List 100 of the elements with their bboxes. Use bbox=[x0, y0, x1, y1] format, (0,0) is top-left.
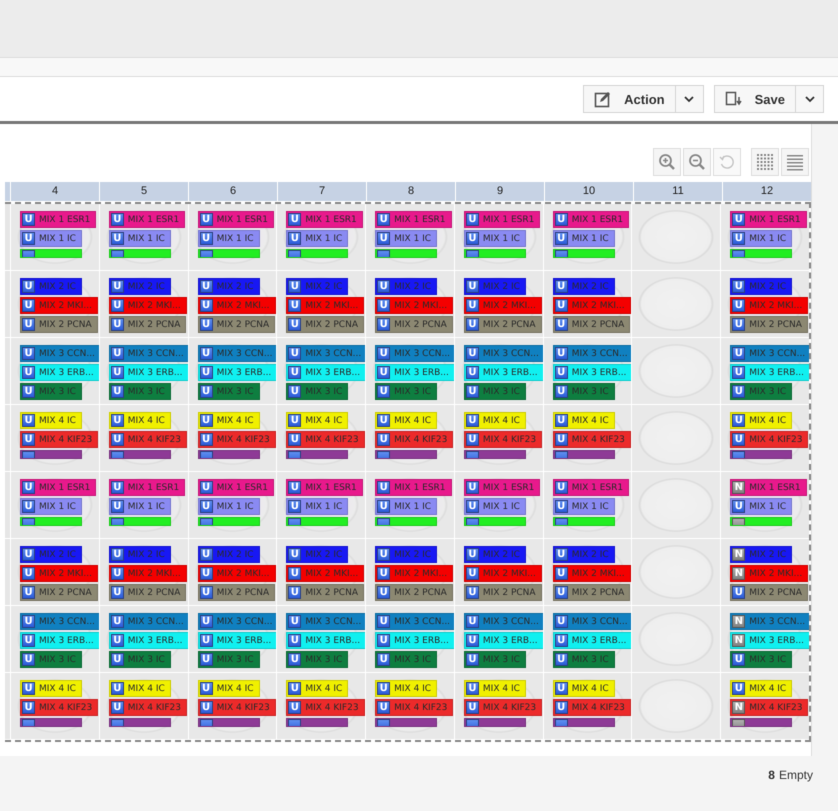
plate-well[interactable]: U MIX 2 IC U MIX 2 MKI... U MIX 2 PCNA bbox=[276, 539, 366, 605]
list-button[interactable] bbox=[781, 148, 809, 176]
plate-well[interactable]: U MIX 1 ESR1 U MIX 1 IC bbox=[454, 472, 543, 538]
status-badge: U bbox=[22, 701, 35, 714]
plate-well[interactable]: U MIX 1 ESR1 U MIX 1 IC bbox=[720, 204, 810, 270]
plate-well[interactable]: U MIX 3 CCN... U MIX 3 ERB... U MIX 3 IC bbox=[454, 338, 543, 404]
plate-well[interactable]: U MIX 3 CCN... U MIX 3 ERB... U MIX 3 IC bbox=[10, 338, 99, 404]
plate-well[interactable]: U MIX 4 IC U MIX 4 KIF23 bbox=[10, 405, 99, 471]
plate-well[interactable]: U MIX 1 ESR1 U MIX 1 IC bbox=[188, 204, 276, 270]
plate-well[interactable]: U MIX 3 CCN... U MIX 3 ERB... U MIX 3 IC bbox=[454, 606, 543, 672]
plate-well[interactable]: U MIX 4 IC U MIX 4 KIF23 bbox=[365, 405, 454, 471]
plate-well[interactable]: N MIX 3 CCN... N MIX 3 ERB... U MIX 3 IC bbox=[720, 606, 810, 672]
plate-well[interactable]: U MIX 1 ESR1 U MIX 1 IC bbox=[542, 204, 632, 270]
zoom-out-button[interactable] bbox=[683, 148, 711, 176]
plate-well[interactable]: U MIX 4 IC U MIX 4 KIF23 bbox=[542, 405, 632, 471]
plate-well[interactable]: U MIX 2 IC U MIX 2 MKI... U MIX 2 PCNA bbox=[98, 271, 188, 337]
plate-well[interactable]: N MIX 1 ESR1 U MIX 1 IC bbox=[720, 472, 810, 538]
plate-well[interactable]: U MIX 1 ESR1 U MIX 1 IC bbox=[10, 472, 99, 538]
plate-well[interactable]: U MIX 3 CCN... U MIX 3 ERB... U MIX 3 IC bbox=[365, 338, 454, 404]
plate-well[interactable]: U MIX 3 CCN... U MIX 3 ERB... U MIX 3 IC bbox=[98, 338, 188, 404]
tag-label: MIX 2 PCNA bbox=[572, 588, 624, 598]
plate-well[interactable]: U MIX 4 IC U MIX 4 KIF23 bbox=[10, 673, 99, 739]
plate-well[interactable]: U MIX 4 IC U MIX 4 KIF23 bbox=[720, 405, 810, 471]
plate-well[interactable] bbox=[631, 539, 720, 605]
plate-well[interactable]: U MIX 3 CCN... U MIX 3 ERB... U MIX 3 IC bbox=[10, 606, 99, 672]
plate-well[interactable]: U MIX 3 CCN... U MIX 3 ERB... U MIX 3 IC bbox=[276, 338, 366, 404]
plate-well[interactable]: U MIX 2 IC U MIX 2 MKI... U MIX 2 PCNA bbox=[542, 539, 632, 605]
plate-well[interactable]: U MIX 4 IC U MIX 4 KIF23 bbox=[454, 405, 543, 471]
tag-label: MIX 2 MKI... bbox=[128, 568, 181, 578]
plate-well[interactable]: U MIX 4 IC N MIX 4 KIF23 bbox=[720, 673, 810, 739]
plate-well[interactable]: U MIX 2 IC U MIX 2 MKI... U MIX 2 PCNA bbox=[454, 271, 543, 337]
plate-well[interactable]: U MIX 3 CCN... U MIX 3 ERB... U MIX 3 IC bbox=[720, 338, 810, 404]
plate-well[interactable]: U MIX 1 ESR1 U MIX 1 IC bbox=[454, 204, 543, 270]
plate-well[interactable]: U MIX 2 IC U MIX 2 MKI... U MIX 2 PCNA bbox=[365, 271, 454, 337]
plate-well[interactable]: U MIX 2 IC U MIX 2 MKI... U MIX 2 PCNA bbox=[10, 539, 99, 605]
plate-well[interactable]: U MIX 2 IC U MIX 2 MKI... U MIX 2 PCNA bbox=[365, 539, 454, 605]
plate-well[interactable]: U MIX 3 CCN... U MIX 3 ERB... U MIX 3 IC bbox=[542, 606, 632, 672]
plate-well[interactable]: U MIX 3 CCN... U MIX 3 ERB... U MIX 3 IC bbox=[188, 338, 276, 404]
plate-well[interactable]: U MIX 4 IC U MIX 4 KIF23 bbox=[454, 673, 543, 739]
plate-well[interactable]: U MIX 4 IC U MIX 4 KIF23 bbox=[98, 673, 188, 739]
plate-well[interactable] bbox=[631, 271, 720, 337]
plate-well[interactable]: U MIX 2 IC U MIX 2 MKI... U MIX 2 PCNA bbox=[276, 271, 366, 337]
plate-well[interactable]: U MIX 4 IC U MIX 4 KIF23 bbox=[276, 673, 366, 739]
plate-well[interactable]: U MIX 1 ESR1 U MIX 1 IC bbox=[365, 204, 454, 270]
action-button[interactable]: Action bbox=[583, 85, 676, 113]
plate-well[interactable] bbox=[631, 204, 720, 270]
plate-well[interactable] bbox=[631, 472, 720, 538]
plate-well[interactable] bbox=[631, 673, 720, 739]
plate-well[interactable]: U MIX 1 ESR1 U MIX 1 IC bbox=[276, 472, 366, 538]
plate-well[interactable]: U MIX 1 ESR1 U MIX 1 IC bbox=[365, 472, 454, 538]
save-button[interactable]: Save bbox=[714, 85, 796, 113]
plate-well[interactable]: U MIX 2 IC U MIX 2 MKI... U MIX 2 PCNA bbox=[98, 539, 188, 605]
plate-well[interactable]: U MIX 3 CCN... U MIX 3 ERB... U MIX 3 IC bbox=[276, 606, 366, 672]
tag-label: MIX 3 IC bbox=[216, 386, 254, 396]
zoom-in-button[interactable] bbox=[653, 148, 681, 176]
plate-well[interactable] bbox=[631, 338, 720, 404]
dropdown-button[interactable] bbox=[796, 85, 824, 113]
plate-well[interactable]: U MIX 4 IC U MIX 4 KIF23 bbox=[188, 673, 276, 739]
dropdown-button[interactable] bbox=[676, 85, 704, 113]
status-badge: U bbox=[110, 615, 124, 628]
plate-well[interactable]: U MIX 2 IC U MIX 2 MKI... U MIX 2 PCNA bbox=[454, 539, 543, 605]
grid-button[interactable] bbox=[751, 148, 779, 176]
plate-well[interactable]: U MIX 4 IC U MIX 4 KIF23 bbox=[365, 673, 454, 739]
plate-well[interactable]: U MIX 2 IC U MIX 2 MKI... U MIX 2 PCNA bbox=[188, 539, 276, 605]
plate-well[interactable] bbox=[631, 606, 720, 672]
status-badge: U bbox=[288, 299, 302, 312]
plate-well[interactable]: U MIX 1 ESR1 U MIX 1 IC bbox=[542, 472, 632, 538]
tag-label: MIX 4 KIF23 bbox=[394, 434, 448, 444]
tag-label: MIX 2 IC bbox=[128, 282, 165, 292]
tag-label: MIX 2 MKI... bbox=[749, 300, 802, 310]
plate-well[interactable] bbox=[631, 405, 720, 471]
status-badge: U bbox=[110, 548, 124, 561]
plate-well[interactable]: U MIX 4 IC U MIX 4 KIF23 bbox=[98, 405, 188, 471]
plate-well[interactable]: U MIX 2 IC U MIX 2 MKI... U MIX 2 PCNA bbox=[188, 271, 276, 337]
status-badge: U bbox=[110, 701, 124, 714]
status-badge: U bbox=[110, 414, 124, 427]
status-badge: U bbox=[377, 634, 390, 647]
status-badge: U bbox=[22, 634, 35, 647]
tag-label: MIX 3 ERB... bbox=[39, 636, 94, 646]
plate-well[interactable]: U MIX 4 IC U MIX 4 KIF23 bbox=[276, 405, 366, 471]
plate-well[interactable]: U MIX 3 CCN... U MIX 3 ERB... U MIX 3 IC bbox=[365, 606, 454, 672]
status-badge: U bbox=[22, 615, 35, 628]
plate-well[interactable]: U MIX 3 CCN... U MIX 3 ERB... U MIX 3 IC bbox=[542, 338, 632, 404]
plate-well[interactable]: U MIX 2 IC U MIX 2 MKI... U MIX 2 PCNA bbox=[720, 271, 810, 337]
plate-well[interactable]: U MIX 1 ESR1 U MIX 1 IC bbox=[188, 472, 276, 538]
plate-well[interactable]: U MIX 4 IC U MIX 4 KIF23 bbox=[188, 405, 276, 471]
plate-well[interactable]: U MIX 1 ESR1 U MIX 1 IC bbox=[10, 204, 99, 270]
plate-well[interactable]: N MIX 2 IC N MIX 2 MKI... U MIX 2 PCNA bbox=[720, 539, 810, 605]
plate-well[interactable]: U MIX 1 ESR1 U MIX 1 IC bbox=[276, 204, 366, 270]
plate-well[interactable]: U MIX 1 ESR1 U MIX 1 IC bbox=[98, 204, 188, 270]
tag-label: MIX 3 IC bbox=[305, 386, 342, 396]
plate-well[interactable]: U MIX 4 IC U MIX 4 KIF23 bbox=[542, 673, 632, 739]
plate-well[interactable]: U MIX 3 CCN... U MIX 3 ERB... U MIX 3 IC bbox=[188, 606, 276, 672]
status-badge: U bbox=[466, 701, 479, 714]
plate-well[interactable]: U MIX 3 CCN... U MIX 3 ERB... U MIX 3 IC bbox=[98, 606, 188, 672]
plate-well[interactable]: U MIX 2 IC U MIX 2 MKI... U MIX 2 PCNA bbox=[542, 271, 632, 337]
plate-well[interactable]: U MIX 2 IC U MIX 2 MKI... U MIX 2 PCNA bbox=[10, 271, 99, 337]
tag-label: MIX 2 PCNA bbox=[394, 320, 447, 330]
plate-well[interactable]: U MIX 1 ESR1 U MIX 1 IC bbox=[98, 472, 188, 538]
status-badge: U bbox=[288, 385, 302, 398]
